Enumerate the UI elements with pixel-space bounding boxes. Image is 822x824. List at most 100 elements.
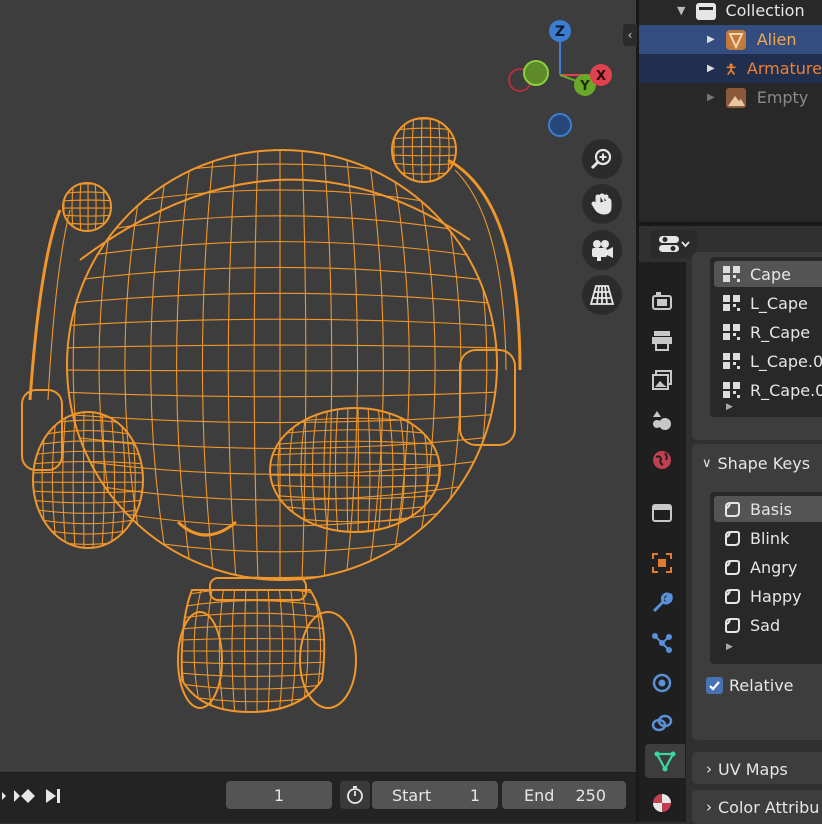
list-resize-handle[interactable]: ▶ bbox=[726, 402, 733, 412]
end-frame-field[interactable]: End 250 bbox=[502, 781, 626, 809]
chevron-down-icon: ∨ bbox=[702, 455, 712, 471]
editor-type-dropdown[interactable] bbox=[651, 230, 697, 258]
jump-keyframe-icon[interactable] bbox=[14, 789, 35, 803]
outliner-item-alien[interactable]: ▶ Alien bbox=[639, 25, 822, 54]
list-item-label: Happy bbox=[750, 586, 802, 606]
chevron-right-icon: › bbox=[706, 798, 712, 816]
timeline-bar: 1 Start 1 End 250 bbox=[0, 772, 636, 823]
uv-maps-header[interactable]: › UV Maps bbox=[706, 756, 788, 782]
tab-object[interactable] bbox=[645, 546, 679, 580]
expand-arrow-icon[interactable]: ▶ bbox=[707, 34, 715, 45]
list-item-shape-key[interactable]: Sad bbox=[714, 612, 822, 638]
panel-title: Shape Keys bbox=[717, 453, 811, 473]
shape-keys-list[interactable]: Basis Blink Angry Happy Sad ▶ bbox=[710, 492, 822, 664]
x-axis-handle[interactable]: X bbox=[590, 64, 612, 86]
tab-physics[interactable] bbox=[645, 666, 679, 700]
tab-object-data[interactable] bbox=[645, 744, 685, 778]
list-item-vertex-group[interactable]: L_Cape bbox=[714, 290, 822, 316]
outliner-item-empty[interactable]: ▶ Empty bbox=[639, 83, 822, 112]
z-axis-handle[interactable]: Z bbox=[549, 20, 571, 42]
start-value: 1 bbox=[469, 785, 480, 805]
shape-key-icon bbox=[725, 531, 740, 546]
tab-constraints[interactable] bbox=[645, 706, 679, 740]
image-empty-icon bbox=[725, 87, 746, 108]
perspective-toggle-button[interactable] bbox=[582, 275, 622, 315]
end-label: End bbox=[524, 785, 555, 805]
zoom-button[interactable] bbox=[582, 139, 622, 179]
3d-viewport[interactable]: Z Y X bbox=[0, 0, 636, 772]
panel-title: UV Maps bbox=[718, 759, 788, 779]
list-item-shape-key[interactable]: Happy bbox=[714, 583, 822, 609]
constraint-icon bbox=[651, 714, 673, 732]
tab-view-layer[interactable] bbox=[645, 363, 679, 397]
zoom-icon bbox=[590, 148, 612, 170]
list-item-vertex-group[interactable]: L_Cape.0 bbox=[714, 348, 822, 374]
neg-z-axis-handle[interactable] bbox=[548, 113, 572, 137]
shape-keys-header[interactable]: ∨ Shape Keys bbox=[702, 450, 810, 476]
list-item-label: R_Cape bbox=[750, 322, 811, 342]
outliner: ▼ Collection ▶ Alien ▶ Armature ▶ Empty bbox=[639, 0, 822, 222]
shape-key-icon bbox=[725, 502, 740, 517]
camera-view-button[interactable] bbox=[582, 230, 622, 270]
playback-controls bbox=[2, 789, 60, 803]
neg-y-axis-handle[interactable] bbox=[523, 60, 549, 86]
tab-collection[interactable] bbox=[645, 496, 679, 530]
outliner-item-label: Armature bbox=[746, 59, 822, 78]
vertex-groups-list[interactable]: Cape L_Cape R_Cape L_Cape.0 R_Cape.0 ▶ bbox=[710, 257, 822, 417]
tab-scene[interactable] bbox=[645, 403, 679, 437]
list-item-vertex-group[interactable]: R_Cape bbox=[714, 319, 822, 345]
play-icon[interactable] bbox=[2, 792, 6, 800]
shape-key-icon bbox=[725, 618, 740, 633]
list-item-shape-key[interactable]: Angry bbox=[714, 554, 822, 580]
sidebar-toggle[interactable]: ‹ bbox=[623, 24, 637, 46]
color-attributes-panel[interactable]: › Color Attribu bbox=[692, 790, 822, 824]
current-frame-field[interactable]: 1 bbox=[226, 781, 332, 809]
list-item-shape-key[interactable]: Basis bbox=[714, 496, 822, 522]
properties-tabs bbox=[639, 262, 686, 822]
expand-arrow-icon[interactable]: ▼ bbox=[677, 4, 685, 17]
vertex-group-icon bbox=[723, 266, 740, 282]
chevron-right-icon: › bbox=[706, 760, 712, 778]
object-icon bbox=[652, 553, 672, 573]
tab-render[interactable] bbox=[645, 283, 679, 317]
preview-range-button[interactable] bbox=[340, 781, 370, 809]
mesh-object-icon bbox=[725, 29, 746, 50]
shape-key-icon bbox=[725, 560, 740, 575]
expand-arrow-icon[interactable]: ▶ bbox=[707, 63, 715, 74]
vertex-group-icon bbox=[723, 353, 740, 369]
expand-arrow-icon[interactable]: ▶ bbox=[707, 92, 715, 103]
outliner-item-armature[interactable]: ▶ Armature bbox=[639, 54, 822, 83]
tab-output[interactable] bbox=[645, 323, 679, 357]
navigation-gizmo[interactable]: Z Y X bbox=[500, 15, 620, 140]
uv-maps-panel[interactable]: › UV Maps bbox=[692, 752, 822, 784]
list-item-vertex-group[interactable]: Cape bbox=[714, 261, 822, 287]
tab-world[interactable] bbox=[645, 443, 679, 477]
vertex-groups-panel: Cape L_Cape R_Cape L_Cape.0 R_Cape.0 ▶ bbox=[692, 252, 822, 440]
list-item-shape-key[interactable]: Blink bbox=[714, 525, 822, 551]
image-stack-icon bbox=[652, 370, 672, 390]
collection-icon bbox=[696, 2, 717, 20]
properties-panel: Cape L_Cape R_Cape L_Cape.0 R_Cape.0 ▶ ∨… bbox=[686, 252, 822, 824]
world-icon bbox=[653, 451, 671, 469]
list-resize-handle[interactable]: ▶ bbox=[726, 642, 733, 652]
tab-material[interactable] bbox=[645, 786, 679, 820]
panel-title: Color Attribu bbox=[718, 797, 820, 817]
list-item-label: Basis bbox=[750, 499, 792, 519]
tab-particles[interactable] bbox=[645, 626, 679, 660]
checkbox-checked-icon bbox=[706, 677, 723, 694]
relative-checkbox[interactable]: Relative bbox=[706, 676, 794, 695]
list-item-label: Sad bbox=[750, 615, 781, 635]
shape-key-icon bbox=[725, 589, 740, 604]
outliner-item-collection[interactable]: ▼ Collection bbox=[639, 0, 822, 25]
shape-keys-panel: ∨ Shape Keys Basis Blink Angry Happy Sad… bbox=[692, 444, 822, 740]
stopwatch-icon bbox=[347, 786, 363, 804]
tab-modifiers[interactable] bbox=[645, 586, 679, 620]
svg-text:X: X bbox=[596, 69, 606, 84]
list-item-label: Angry bbox=[750, 557, 798, 577]
color-attributes-header[interactable]: › Color Attribu bbox=[706, 794, 819, 820]
list-item-vertex-group[interactable]: R_Cape.0 bbox=[714, 377, 822, 403]
printer-icon bbox=[652, 331, 672, 351]
start-frame-field[interactable]: Start 1 bbox=[372, 781, 498, 809]
pan-button[interactable] bbox=[582, 184, 622, 224]
jump-end-icon[interactable] bbox=[46, 789, 60, 803]
